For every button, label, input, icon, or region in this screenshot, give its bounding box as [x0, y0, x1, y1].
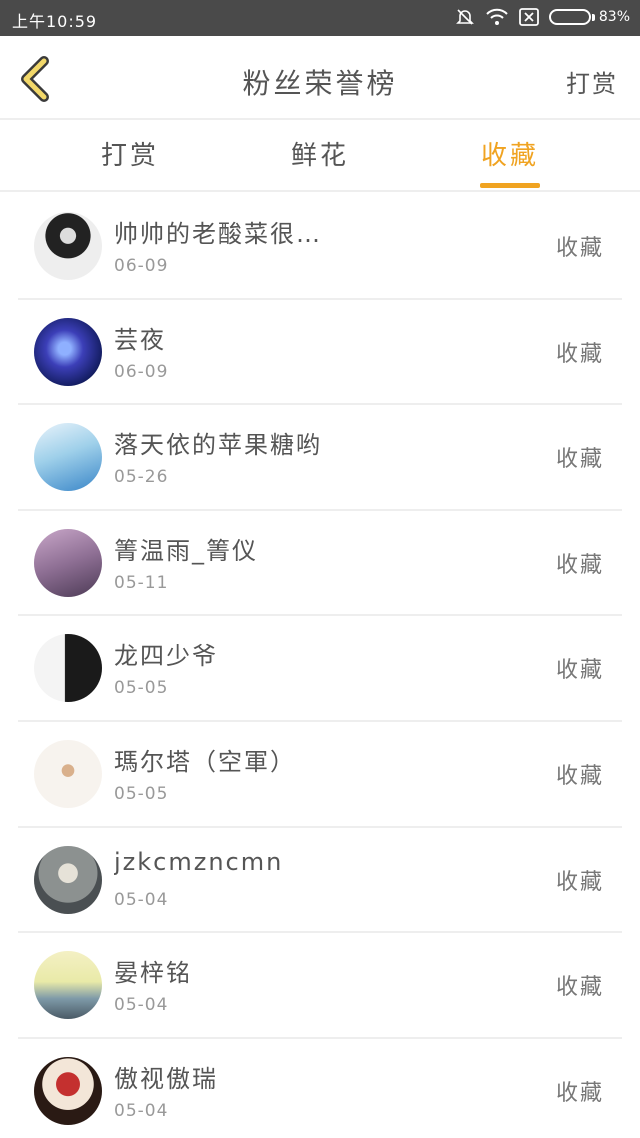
fan-date: 05-04 — [114, 995, 169, 1016]
fan-name: 落天依的苹果糖哟 — [114, 431, 322, 460]
fan-date: 06-09 — [114, 361, 169, 382]
battery-indicator: 83% — [548, 9, 630, 25]
battery-percent: 83% — [598, 9, 630, 25]
fan-date: 05-04 — [114, 889, 169, 910]
avatar — [34, 212, 102, 280]
fan-name: jzkcmzncmn — [114, 847, 284, 876]
fan-name: 龙四少爷 — [114, 642, 218, 671]
status-time: 上午10:59 — [12, 12, 98, 31]
fan-date: 05-05 — [114, 783, 169, 804]
collect-label: 收藏 — [555, 658, 604, 684]
tab-active-indicator — [480, 183, 540, 188]
list-item[interactable]: 瑪尔塔（空軍） 05-05 收藏 — [18, 722, 622, 828]
list-item[interactable]: 晏梓铭 05-04 收藏 — [18, 933, 622, 1039]
fan-name: 瑪尔塔（空軍） — [114, 747, 296, 776]
list-item[interactable]: 箐温雨_箐仪 05-11 收藏 — [18, 511, 622, 617]
status-icons: 83% — [455, 7, 630, 27]
fan-name: 箐温雨_箐仪 — [114, 536, 258, 565]
list-item[interactable]: jzkcmzncmn 05-04 收藏 — [18, 828, 622, 934]
collect-label: 收藏 — [555, 869, 604, 895]
collect-label: 收藏 — [555, 236, 604, 261]
battery-tip — [591, 13, 595, 21]
avatar — [34, 739, 102, 808]
fan-name: 傲视傲瑞 — [114, 1064, 218, 1093]
collect-label: 收藏 — [555, 447, 604, 473]
collect-label: 收藏 — [555, 975, 604, 1001]
tab-tip[interactable]: 打赏 — [60, 120, 200, 192]
collect-label: 收藏 — [555, 1080, 604, 1106]
list-item[interactable]: 帅帅的老酸菜很… 06-09 收藏 — [18, 194, 622, 300]
no-sim-icon — [518, 8, 539, 26]
tab-flowers-label: 鲜花 — [290, 141, 349, 171]
collect-label: 收藏 — [555, 552, 604, 578]
collect-label: 收藏 — [555, 341, 604, 367]
list-item[interactable]: 落天依的苹果糖哟 05-26 收藏 — [18, 405, 622, 511]
battery-icon — [548, 9, 591, 25]
fan-date: 05-05 — [114, 678, 169, 699]
page-title: 粉丝荣誉榜 — [242, 67, 398, 100]
tab-bar: 打赏 鲜花 收藏 — [0, 120, 640, 192]
header: 粉丝荣誉榜 打赏 — [0, 36, 640, 120]
tip-button[interactable]: 打赏 — [566, 64, 618, 99]
list-item[interactable]: 龙四少爷 05-05 收藏 — [18, 616, 622, 722]
fan-name: 帅帅的老酸菜很… — [114, 220, 322, 248]
fan-name: 晏梓铭 — [114, 959, 192, 988]
fan-list: 帅帅的老酸菜很… 06-09 收藏 芸夜 06-09 收藏 落天依的苹果糖哟 0… — [0, 194, 640, 1138]
fan-date: 06-09 — [114, 256, 169, 276]
list-item[interactable]: 芸夜 06-09 收藏 — [18, 300, 622, 406]
tab-flowers[interactable]: 鲜花 — [250, 120, 390, 192]
avatar — [34, 845, 102, 914]
mute-bell-icon — [455, 7, 475, 27]
fan-date: 05-04 — [114, 1100, 169, 1121]
tab-collect[interactable]: 收藏 — [440, 120, 580, 192]
avatar — [34, 423, 102, 492]
list-item[interactable]: 傲视傲瑞 05-04 收藏 — [18, 1039, 622, 1138]
avatar — [34, 528, 102, 597]
tab-tip-label: 打赏 — [100, 141, 159, 171]
fan-name: 芸夜 — [114, 325, 166, 354]
wifi-icon — [485, 8, 509, 26]
tab-collect-label: 收藏 — [480, 141, 539, 171]
status-bar: 上午10:59 83% — [0, 0, 640, 36]
fan-date: 05-26 — [114, 467, 169, 488]
fan-date: 05-11 — [114, 572, 169, 593]
avatar — [34, 317, 102, 386]
collect-label: 收藏 — [555, 763, 604, 789]
avatar — [34, 634, 102, 703]
avatar — [34, 951, 102, 1020]
avatar — [34, 1056, 102, 1125]
